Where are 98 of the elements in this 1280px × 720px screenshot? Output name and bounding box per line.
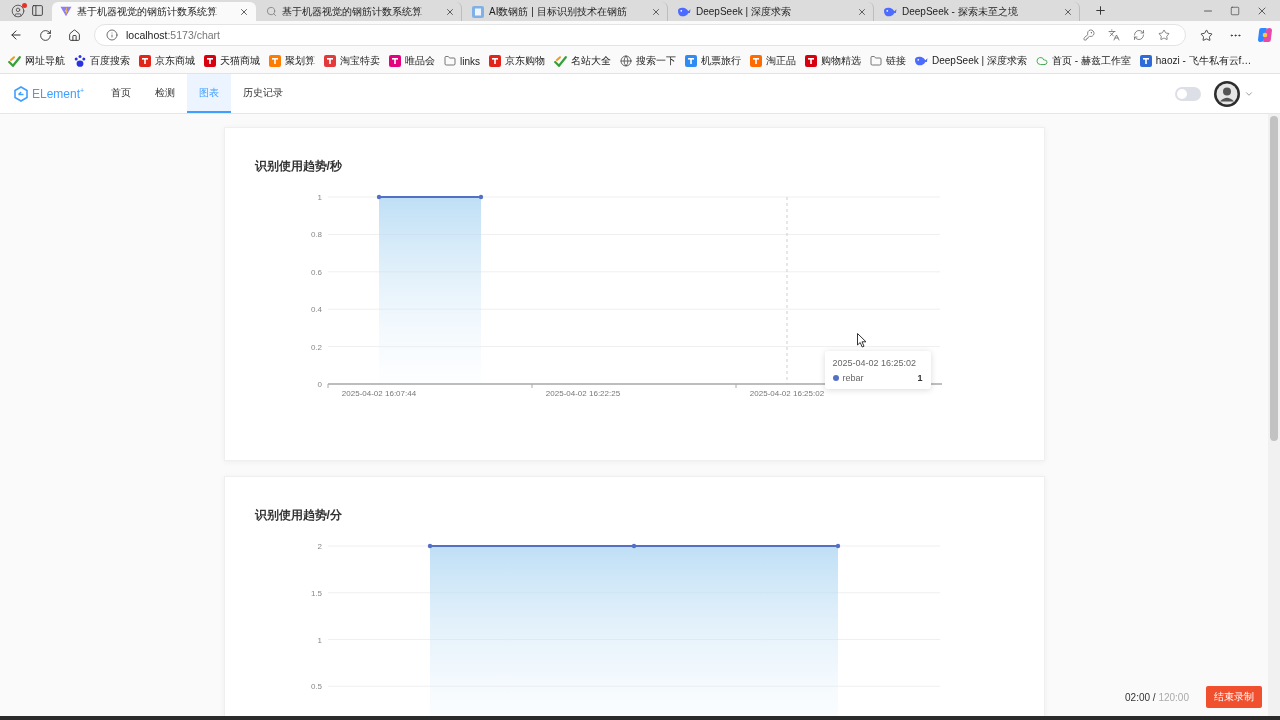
favorites-icon[interactable] [1200,28,1213,42]
address-bar[interactable]: localhost:5173/chart [94,24,1186,46]
data-point [376,194,381,200]
triangle-logo-icon [60,6,72,17]
tile-logo-icon [1139,55,1152,67]
tile-logo-icon [204,55,216,67]
search-icon [266,6,277,17]
close-icon[interactable] [1063,6,1073,17]
new-tab-icon[interactable] [1094,4,1107,17]
bookmark-item[interactable]: 淘宝特卖 [322,52,382,70]
y-axis-label: 1 [317,635,322,645]
whale-icon [678,6,691,17]
toggle-switch[interactable] [1175,86,1201,101]
globe-icon [620,55,632,67]
maximize-icon[interactable] [1230,5,1240,16]
swirl-logo-icon[interactable] [1258,28,1272,42]
y-axis-label: 0.5 [310,682,322,692]
bookmark-item[interactable]: 名站大全 [552,52,613,70]
check-mark-icon [554,55,567,67]
cloud-icon [1035,55,1048,67]
hexagon-logo-icon [14,85,28,102]
logo-text: ELement$^{+}$ [32,86,85,101]
bookmark-item[interactable]: 网址导航 [6,52,67,70]
check-mark-icon [8,55,21,67]
avatar-icon[interactable] [1214,80,1240,107]
bookmark-item[interactable]: haozi - 飞牛私有云f… [1137,52,1254,70]
chart-title: 识别使用趋势/分 [254,507,343,523]
x-axis-label: 2025-04-02 16:22:25 [545,389,620,398]
timer-text: 02:00 / 120:00 [1125,691,1189,703]
y-axis-label: 0.4 [310,305,322,315]
y-axis-label: 0.2 [310,342,322,352]
panel-icon[interactable] [31,4,44,17]
data-point [631,543,636,549]
y-axis-label: 1 [317,193,322,202]
profile-icon[interactable] [11,3,25,18]
info-icon[interactable] [106,29,118,41]
tooltip-title: 2025-04-02 16:25:02 [832,357,918,369]
x-axis-label: 2025-04-02 16:07:44 [341,389,416,398]
y-axis-label: 0.8 [310,230,322,240]
bookmark-item[interactable]: 购物精选 [803,52,863,70]
home-icon[interactable] [68,28,81,42]
key-icon[interactable] [1083,29,1095,41]
nav-item[interactable]: 检测 [143,74,188,113]
refresh-icon[interactable] [39,28,52,42]
close-icon[interactable] [857,6,867,17]
sync-icon[interactable] [1133,29,1145,41]
url-text: localhost:5173/chart [126,29,220,41]
tile-logo-icon [489,55,501,67]
y-axis-label: 0 [317,380,322,389]
notification-dot-icon [22,2,27,8]
folder-icon [870,55,882,67]
paw-icon [74,55,86,67]
bookmark-item[interactable]: DeepSeek | 深度求索 [913,52,1029,70]
bookmark-item[interactable]: 京东购物 [487,52,547,70]
whale-icon [915,56,928,66]
chart-title: 识别使用趋势/秒 [254,158,343,174]
bookmark-item[interactable]: 唯品会 [387,52,437,70]
y-axis-label: 1.5 [310,588,322,598]
tile-logo-icon [139,55,151,67]
series-value: 1 [917,373,923,383]
stop-recording-button[interactable]: 结束录制 [1206,686,1262,708]
document-tile-icon [472,5,484,18]
tile-logo-icon [750,55,762,67]
close-icon[interactable] [239,6,249,17]
nav-item[interactable]: 首页 [99,74,144,113]
star-icon[interactable] [1158,29,1170,41]
bookmark-item[interactable]: 天猫商城 [202,52,262,70]
bookmark-item[interactable]: 百度搜索 [72,52,132,70]
folder-icon [444,55,456,67]
y-axis-label: 0.6 [310,267,322,277]
nav-item[interactable]: 历史记录 [231,74,296,113]
bookmark-item[interactable]: 京东商城 [137,52,197,70]
tile-logo-icon [324,55,336,67]
tile-logo-icon [685,55,697,67]
close-icon[interactable] [651,6,661,17]
scrollbar-thumb[interactable] [1270,116,1278,441]
data-point [835,543,840,549]
series-name: rebar [842,373,864,383]
bookmark-item[interactable]: 聚划算 [267,52,317,70]
data-point [427,543,432,549]
x-axis-label: 2025-04-02 16:25:02 [749,389,824,398]
browser-tab[interactable]: 基于机器视觉的钢筋计数系统算 [52,2,256,21]
translate-icon[interactable] [1108,29,1120,41]
bookmark-item[interactable]: 首页 - 赫兹工作室 [1033,52,1133,70]
data-point [478,194,483,200]
tile-logo-icon [269,55,281,67]
cursor-icon [856,333,867,348]
tile-logo-icon [805,55,817,67]
tile-logo-icon [389,55,401,67]
bookmark-item[interactable]: 搜索一下 [618,52,678,70]
bookmark-item[interactable]: links [442,53,482,69]
whale-icon [884,6,897,17]
y-axis-label: 2 [317,542,322,551]
bookmark-item[interactable]: 链接 [868,52,908,70]
bookmark-item[interactable]: 淘正品 [748,52,798,70]
close-icon[interactable] [445,6,455,17]
back-icon[interactable] [9,28,23,42]
bookmark-item[interactable]: 机票旅行 [683,52,743,70]
